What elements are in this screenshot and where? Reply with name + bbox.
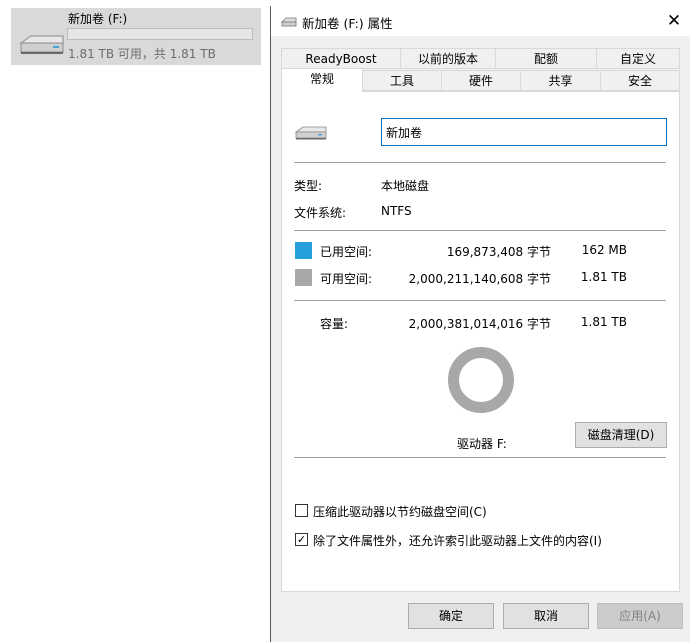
tab-tools[interactable]: 工具 xyxy=(362,70,442,91)
drive-usage-bar xyxy=(67,28,253,40)
apply-button[interactable]: 应用(A) xyxy=(597,603,683,629)
drive-space-text: 1.81 TB 可用，共 1.81 TB xyxy=(68,47,216,61)
used-space-bytes: 169,873,408 字节 xyxy=(446,245,551,259)
capacity-bytes: 2,000,381,014,016 字节 xyxy=(408,317,551,331)
used-space-size: 162 MB xyxy=(581,243,627,257)
properties-dialog: 新加卷 (F:) 属性 ✕ ReadyBoost 以前的版本 配额 自定义 常规… xyxy=(270,6,690,642)
index-label[interactable]: 除了文件属性外，还允许索引此驱动器上文件的内容(I) xyxy=(313,532,602,549)
hard-drive-icon xyxy=(19,35,64,54)
cancel-button[interactable]: 取消 xyxy=(503,603,589,629)
used-space-label: 已用空间: xyxy=(320,245,373,259)
capacity-size: 1.81 TB xyxy=(580,315,627,329)
free-space-bytes: 2,000,211,140,608 字节 xyxy=(408,272,551,286)
drive-letter-label: 驱动器 F: xyxy=(457,437,507,451)
free-space-swatch xyxy=(295,269,312,286)
compress-label[interactable]: 压缩此驱动器以节约磁盘空间(C) xyxy=(313,503,487,520)
used-space-swatch xyxy=(295,242,312,259)
tab-hardware[interactable]: 硬件 xyxy=(441,70,521,91)
drive-title-icon xyxy=(281,17,297,27)
tab-general[interactable]: 常规 xyxy=(281,68,363,92)
hard-drive-icon xyxy=(294,126,327,140)
drive-tile-f[interactable]: 新加卷 (F:) 1.81 TB 可用，共 1.81 TB xyxy=(11,8,261,65)
type-label: 类型: xyxy=(294,179,323,193)
compress-checkbox[interactable] xyxy=(295,504,308,517)
dialog-title: 新加卷 (F:) 属性 xyxy=(302,16,393,31)
divider xyxy=(294,230,666,231)
disk-cleanup-button[interactable]: 磁盘清理(D) xyxy=(575,422,667,448)
free-space-label: 可用空间: xyxy=(320,272,373,286)
drive-name: 新加卷 (F:) xyxy=(68,12,128,26)
close-button[interactable]: ✕ xyxy=(658,6,690,36)
tab-sharing[interactable]: 共享 xyxy=(520,70,601,91)
volume-name-input[interactable] xyxy=(381,118,667,146)
free-space-size: 1.81 TB xyxy=(580,270,627,284)
type-value: 本地磁盘 xyxy=(381,179,430,193)
ok-button[interactable]: 确定 xyxy=(408,603,494,629)
capacity-label: 容量: xyxy=(320,317,349,331)
filesystem-label: 文件系统: xyxy=(294,206,347,220)
filesystem-value: NTFS xyxy=(381,204,412,218)
divider xyxy=(294,457,666,458)
close-icon: ✕ xyxy=(666,11,682,31)
tab-customize[interactable]: 自定义 xyxy=(596,48,680,69)
donut-free-segment xyxy=(448,347,514,413)
divider xyxy=(294,300,666,301)
general-panel: 类型: 本地磁盘 文件系统: NTFS 已用空间: 169,873,408 字节… xyxy=(281,91,680,592)
tab-security[interactable]: 安全 xyxy=(600,70,680,91)
tab-previous-versions[interactable]: 以前的版本 xyxy=(400,48,496,69)
title-bar[interactable]: 新加卷 (F:) 属性 ✕ xyxy=(271,6,690,36)
divider xyxy=(294,162,666,163)
tab-readyboost[interactable]: ReadyBoost xyxy=(281,48,401,69)
index-checkbox[interactable]: ✓ xyxy=(295,533,308,546)
disk-usage-donut xyxy=(448,347,514,413)
tab-quota[interactable]: 配额 xyxy=(495,48,597,69)
